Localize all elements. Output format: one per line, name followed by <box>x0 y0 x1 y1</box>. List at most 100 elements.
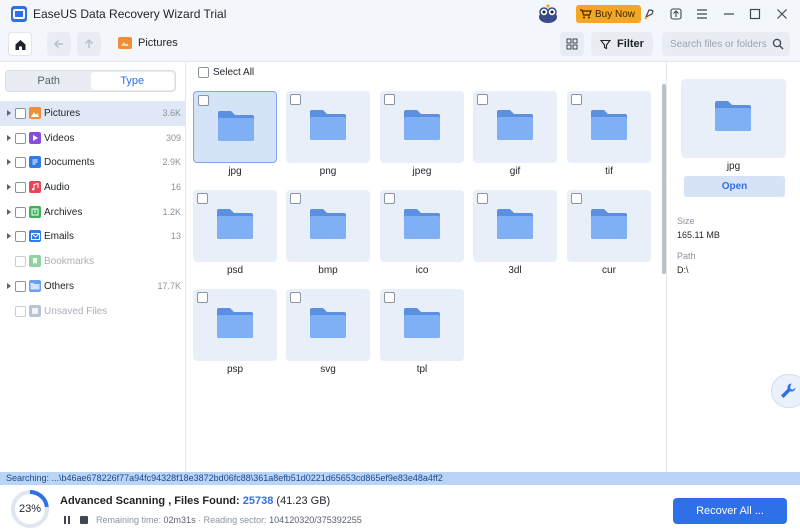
folder-icon <box>404 110 440 140</box>
folder-checkbox[interactable] <box>384 193 395 204</box>
folder-icon <box>217 209 253 239</box>
open-button[interactable]: Open <box>684 176 785 197</box>
folder-label: jpeg <box>412 166 432 177</box>
breadcrumb[interactable]: Pictures <box>118 37 178 49</box>
folder-tile-png[interactable] <box>286 91 370 163</box>
folder-tile-jpeg[interactable] <box>380 91 464 163</box>
folder-icon <box>310 308 346 338</box>
folder-checkbox[interactable] <box>477 193 488 204</box>
tab-path[interactable]: Path <box>7 72 91 90</box>
select-all[interactable]: Select All <box>198 67 254 78</box>
folder-tile-bmp[interactable] <box>286 190 370 262</box>
up-button[interactable] <box>77 32 101 56</box>
archive-icon <box>29 205 41 218</box>
category-checkbox[interactable] <box>15 206 26 218</box>
folder-tile-3dl[interactable] <box>473 190 557 262</box>
expand-caret-icon[interactable] <box>7 134 11 141</box>
sidebar-item-audio[interactable]: Audio 16 <box>0 175 186 200</box>
folder-label: gif <box>509 166 521 177</box>
sidebar-item-documents[interactable]: Documents 2.9K <box>0 150 186 175</box>
menu-icon[interactable] <box>695 7 709 21</box>
tab-type[interactable]: Type <box>90 72 174 90</box>
folder-tile-tpl[interactable] <box>380 289 464 361</box>
select-all-checkbox[interactable] <box>198 67 209 78</box>
sidebar-item-videos[interactable]: Videos 309 <box>0 126 186 151</box>
category-checkbox[interactable] <box>15 256 26 268</box>
folder-checkbox[interactable] <box>290 193 301 204</box>
folder-icon <box>591 110 627 140</box>
sidebar-item-archives[interactable]: Archives 1.2K <box>0 200 186 225</box>
folder-checkbox[interactable] <box>477 94 488 105</box>
recover-all-button[interactable]: Recover All ... <box>673 498 787 524</box>
details-file-name: jpg <box>726 161 741 172</box>
mascot-icon[interactable] <box>536 4 560 24</box>
folder-checkbox[interactable] <box>571 193 582 204</box>
folder-tile-tif[interactable] <box>567 91 651 163</box>
category-checkbox[interactable] <box>15 108 26 119</box>
category-checkbox[interactable] <box>15 280 26 292</box>
buy-now-button[interactable]: Buy Now <box>576 5 642 23</box>
expand-caret-icon[interactable] <box>7 110 11 116</box>
category-checkbox[interactable] <box>15 182 26 194</box>
folder-checkbox[interactable] <box>290 292 301 303</box>
folder-checkbox[interactable] <box>384 292 395 303</box>
expand-caret-icon[interactable] <box>7 159 11 166</box>
folder-tile-psp[interactable] <box>193 289 277 361</box>
sidebar-item-emails[interactable]: Emails 13 <box>0 224 186 249</box>
category-checkbox[interactable] <box>15 132 26 144</box>
folder-checkbox[interactable] <box>290 94 301 105</box>
filter-button[interactable]: Filter <box>591 32 653 56</box>
stop-button[interactable] <box>80 516 88 524</box>
folder-checkbox[interactable] <box>384 94 395 105</box>
audio-icon <box>29 181 41 194</box>
search-icon[interactable] <box>772 38 784 50</box>
folder-tile-svg[interactable] <box>286 289 370 361</box>
back-button[interactable] <box>47 32 71 56</box>
maximize-icon[interactable] <box>748 7 762 21</box>
home-button[interactable] <box>8 32 32 56</box>
folder-checkbox[interactable] <box>198 95 209 106</box>
sidebar-item-others[interactable]: Others 17.7K <box>0 274 186 299</box>
size-value: 165.11 MB <box>677 230 720 240</box>
close-icon[interactable] <box>775 7 789 21</box>
arrow-up-icon <box>85 39 93 48</box>
folder-tile-cur[interactable] <box>567 190 651 262</box>
folder-checkbox[interactable] <box>197 193 208 204</box>
search-input[interactable] <box>662 32 790 56</box>
upload-icon[interactable] <box>669 7 683 21</box>
category-checkbox[interactable] <box>15 231 26 243</box>
toolbar: Pictures Filter <box>0 28 800 62</box>
folder-tile-gif[interactable] <box>473 91 557 163</box>
category-checkbox[interactable] <box>15 305 26 317</box>
category-count: 17.7K <box>157 280 181 291</box>
sidebar-item-bookmarks[interactable]: Bookmarks <box>0 249 186 274</box>
sidebar-item-pictures[interactable]: Pictures 3.6K <box>0 101 186 126</box>
expand-caret-icon[interactable] <box>7 208 11 215</box>
pause-button[interactable] <box>64 516 71 524</box>
expand-caret-icon[interactable] <box>7 184 11 191</box>
folder-label: svg <box>320 364 336 375</box>
folder-tile-jpg[interactable] <box>193 91 277 163</box>
expand-caret-icon[interactable] <box>7 233 11 240</box>
view-toggle-button[interactable] <box>560 32 584 56</box>
remaining-value: 02m31s <box>163 515 196 525</box>
filter-label: Filter <box>617 38 644 50</box>
folder-tile-psd[interactable] <box>193 190 277 262</box>
rocket-icon[interactable] <box>642 7 656 21</box>
folder-checkbox[interactable] <box>571 94 582 105</box>
category-checkbox[interactable] <box>15 157 26 169</box>
path-value: D:\ <box>677 265 689 275</box>
files-found-count: 25738 <box>242 495 274 507</box>
category-count: 13 <box>170 231 181 242</box>
folder-tile-ico[interactable] <box>380 190 464 262</box>
help-button[interactable] <box>771 374 800 408</box>
folder-checkbox[interactable] <box>197 292 208 303</box>
minimize-icon[interactable] <box>722 7 736 21</box>
folder-label: ico <box>415 265 429 276</box>
expand-caret-icon[interactable] <box>7 282 11 289</box>
preview-thumbnail <box>681 79 786 158</box>
category-label: Unsaved Files <box>44 305 108 317</box>
sidebar-item-unsaved-files[interactable]: Unsaved Files <box>0 299 186 324</box>
folder-label: 3dl <box>508 265 522 276</box>
searching-status: Searching: ...\b46ae678226f77a94fc94328f… <box>0 472 800 485</box>
